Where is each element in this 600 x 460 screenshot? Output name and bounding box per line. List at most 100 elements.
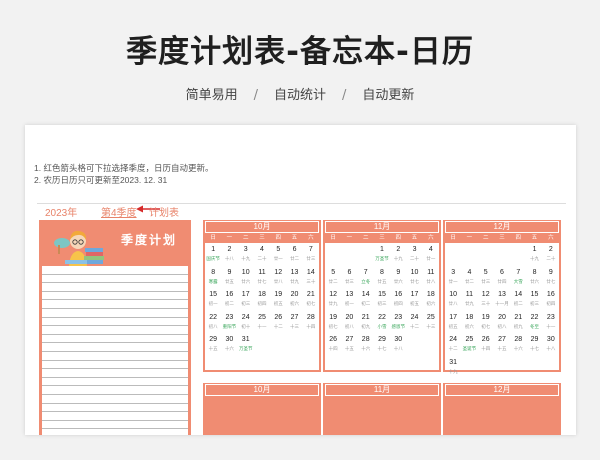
day-cell[interactable]: 23 十一 bbox=[543, 311, 559, 334]
day-cell[interactable]: 19 初七 bbox=[478, 311, 494, 334]
day-cell[interactable]: 8 廿六 bbox=[526, 266, 542, 289]
day-cell[interactable]: 10 廿八 bbox=[445, 288, 461, 311]
day-cell[interactable]: 31 十九 bbox=[445, 356, 461, 379]
plan-line[interactable] bbox=[42, 283, 188, 292]
day-cell[interactable]: 9 廿五 bbox=[221, 266, 237, 289]
day-cell[interactable]: 25 十一 bbox=[254, 311, 270, 334]
day-cell[interactable]: 7 大雪 bbox=[510, 266, 526, 289]
day-cell[interactable]: 16 初四 bbox=[543, 288, 559, 311]
day-cell[interactable]: 11 廿七 bbox=[254, 266, 270, 289]
day-cell[interactable]: 28 十六 bbox=[358, 333, 374, 356]
day-cell[interactable]: 14 初二 bbox=[358, 288, 374, 311]
plan-line[interactable] bbox=[42, 395, 188, 404]
day-cell[interactable]: 3 十九 bbox=[238, 243, 254, 266]
day-cell[interactable]: 9 廿七 bbox=[543, 266, 559, 289]
plan-line[interactable] bbox=[42, 421, 188, 430]
day-cell[interactable]: 12 廿八 bbox=[270, 266, 286, 289]
day-cell[interactable]: 30 十六 bbox=[221, 333, 237, 356]
day-cell[interactable]: 1 万圣节 bbox=[374, 243, 390, 266]
day-cell[interactable]: 10 廿六 bbox=[238, 266, 254, 289]
day-cell[interactable]: 28 十四 bbox=[303, 311, 319, 334]
day-cell[interactable]: 30 十八 bbox=[390, 333, 406, 356]
day-cell[interactable]: 16 初四 bbox=[390, 288, 406, 311]
day-cell[interactable]: 22 初八 bbox=[205, 311, 221, 334]
day-cell[interactable]: 27 十五 bbox=[494, 333, 510, 356]
day-cell[interactable]: 25 圣诞节 bbox=[461, 333, 477, 356]
day-cell[interactable]: 5 廿一 bbox=[270, 243, 286, 266]
plan-line[interactable] bbox=[42, 404, 188, 413]
day-cell[interactable]: 22 冬至 bbox=[526, 311, 542, 334]
plan-line[interactable] bbox=[42, 352, 188, 361]
plan-line[interactable] bbox=[42, 386, 188, 395]
plan-line[interactable] bbox=[42, 300, 188, 309]
day-cell[interactable]: 31 万圣节 bbox=[238, 333, 254, 356]
day-cell[interactable]: 26 十二 bbox=[270, 311, 286, 334]
day-cell[interactable]: 24 十二 bbox=[406, 311, 422, 334]
day-cell[interactable]: 6 廿三 bbox=[341, 266, 357, 289]
day-cell[interactable]: 29 十五 bbox=[205, 333, 221, 356]
day-cell[interactable]: 26 十四 bbox=[478, 333, 494, 356]
day-cell[interactable]: 25 十三 bbox=[423, 311, 439, 334]
day-cell[interactable]: 27 十五 bbox=[341, 333, 357, 356]
day-cell[interactable]: 4 廿一 bbox=[423, 243, 439, 266]
day-cell[interactable]: 24 初十 bbox=[238, 311, 254, 334]
day-cell[interactable]: 24 十二 bbox=[445, 333, 461, 356]
plan-line[interactable] bbox=[42, 343, 188, 352]
plan-line[interactable] bbox=[42, 266, 188, 275]
day-cell[interactable]: 28 十六 bbox=[510, 333, 526, 356]
day-cell[interactable]: 6 廿二 bbox=[286, 243, 302, 266]
day-cell[interactable]: 12 三十 bbox=[478, 288, 494, 311]
day-cell[interactable]: 13 初一 bbox=[341, 288, 357, 311]
day-cell[interactable]: 4 廿二 bbox=[461, 266, 477, 289]
day-cell[interactable]: 2 十九 bbox=[390, 243, 406, 266]
day-cell[interactable]: 18 初四 bbox=[254, 288, 270, 311]
day-cell[interactable]: 19 初七 bbox=[325, 311, 341, 334]
day-cell[interactable]: 1 国庆节 bbox=[205, 243, 221, 266]
day-cell[interactable]: 21 初七 bbox=[303, 288, 319, 311]
plan-line[interactable] bbox=[42, 335, 188, 344]
day-cell[interactable]: 14 三十 bbox=[303, 266, 319, 289]
day-cell[interactable]: 23 感恩节 bbox=[390, 311, 406, 334]
plan-line[interactable] bbox=[42, 292, 188, 301]
day-cell[interactable]: 23 重阳节 bbox=[221, 311, 237, 334]
day-cell[interactable]: 29 十七 bbox=[526, 333, 542, 356]
day-cell[interactable]: 27 十三 bbox=[286, 311, 302, 334]
day-cell[interactable]: 14 初二 bbox=[510, 288, 526, 311]
day-cell[interactable]: 7 廿三 bbox=[303, 243, 319, 266]
day-cell[interactable]: 22 小雪 bbox=[374, 311, 390, 334]
day-cell[interactable]: 15 初一 bbox=[205, 288, 221, 311]
day-cell[interactable]: 2 十八 bbox=[221, 243, 237, 266]
day-cell[interactable]: 8 廿五 bbox=[374, 266, 390, 289]
day-cell[interactable]: 15 初三 bbox=[526, 288, 542, 311]
day-cell[interactable]: 26 十四 bbox=[325, 333, 341, 356]
plan-line[interactable] bbox=[42, 412, 188, 421]
day-cell[interactable]: 11 廿九 bbox=[461, 288, 477, 311]
day-cell[interactable]: 1 十九 bbox=[526, 243, 542, 266]
day-cell[interactable]: 8 寒露 bbox=[205, 266, 221, 289]
day-cell[interactable]: 4 二十 bbox=[254, 243, 270, 266]
day-cell[interactable]: 17 初五 bbox=[445, 311, 461, 334]
day-cell[interactable]: 18 初六 bbox=[423, 288, 439, 311]
day-cell[interactable]: 20 初八 bbox=[341, 311, 357, 334]
day-cell[interactable]: 10 廿七 bbox=[406, 266, 422, 289]
day-cell[interactable]: 19 初五 bbox=[270, 288, 286, 311]
day-cell[interactable]: 7 立冬 bbox=[358, 266, 374, 289]
day-cell[interactable]: 11 廿八 bbox=[423, 266, 439, 289]
day-cell[interactable]: 30 十八 bbox=[543, 333, 559, 356]
day-cell[interactable]: 13 廿九 bbox=[286, 266, 302, 289]
quarter-dropdown[interactable]: 第4季度 bbox=[101, 204, 137, 219]
plan-line[interactable] bbox=[42, 326, 188, 335]
day-cell[interactable]: 13 十一月 bbox=[494, 288, 510, 311]
day-cell[interactable]: 21 初九 bbox=[358, 311, 374, 334]
plan-line[interactable] bbox=[42, 309, 188, 318]
plan-line[interactable] bbox=[42, 361, 188, 370]
day-cell[interactable]: 21 初九 bbox=[510, 311, 526, 334]
day-cell[interactable]: 9 廿六 bbox=[390, 266, 406, 289]
day-cell[interactable]: 20 初八 bbox=[494, 311, 510, 334]
day-cell[interactable]: 12 廿九 bbox=[325, 288, 341, 311]
day-cell[interactable]: 16 初二 bbox=[221, 288, 237, 311]
day-cell[interactable]: 20 初六 bbox=[286, 288, 302, 311]
day-cell[interactable]: 17 初三 bbox=[238, 288, 254, 311]
plan-line[interactable] bbox=[42, 318, 188, 327]
plan-line[interactable] bbox=[42, 275, 188, 284]
